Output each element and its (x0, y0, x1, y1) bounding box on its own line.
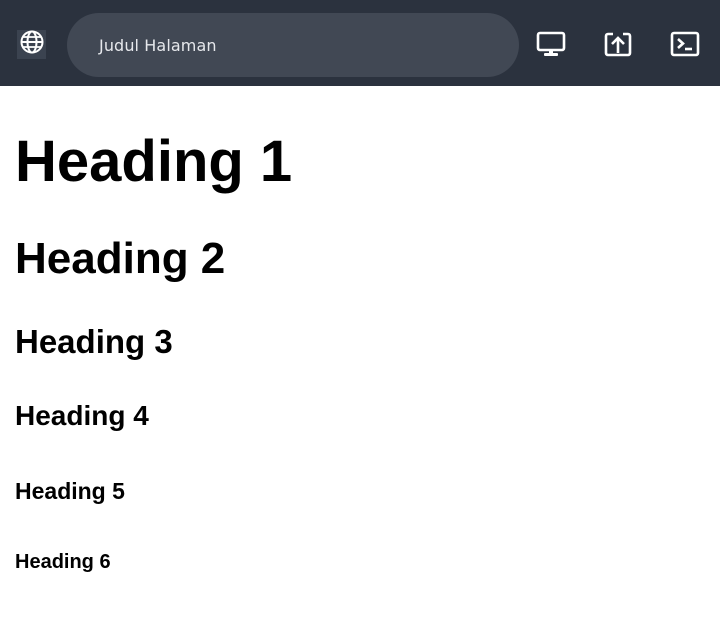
heading-5: Heading 5 (15, 478, 125, 504)
heading-1: Heading 1 (15, 129, 293, 194)
desktop-icon (536, 30, 566, 58)
address-bar[interactable]: Judul Halaman (67, 13, 519, 77)
site-info-button[interactable] (17, 30, 46, 59)
page-title-text: Judul Halaman (99, 35, 217, 55)
heading-4: Heading 4 (15, 400, 149, 431)
heading-6: Heading 6 (15, 551, 111, 573)
open-external-button[interactable] (603, 29, 633, 59)
heading-3: Heading 3 (15, 323, 173, 360)
terminal-button[interactable] (670, 29, 700, 59)
browser-toolbar: Judul Halaman (0, 0, 720, 86)
globe-icon (19, 29, 45, 60)
open-external-icon (603, 30, 633, 58)
terminal-icon (670, 30, 700, 58)
desktop-view-button[interactable] (536, 29, 566, 59)
heading-2: Heading 2 (15, 234, 226, 283)
